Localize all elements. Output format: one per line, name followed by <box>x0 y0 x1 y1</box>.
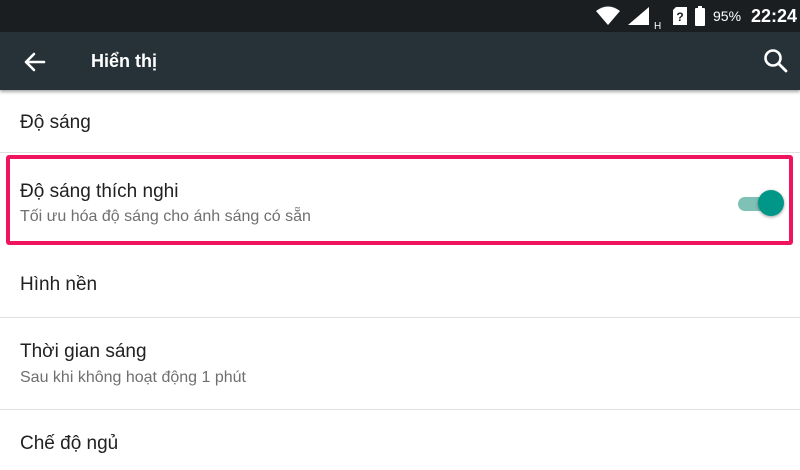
highlight-box <box>6 155 793 245</box>
clock: 22:24 <box>751 5 798 26</box>
switch-thumb <box>758 190 784 216</box>
setting-wallpaper[interactable]: Hình nền <box>0 250 800 317</box>
battery-icon <box>694 0 706 32</box>
setting-brightness[interactable]: Độ sáng <box>0 90 800 152</box>
search-button[interactable] <box>762 47 790 75</box>
svg-text:?: ? <box>676 10 683 24</box>
arrow-back-icon <box>24 52 46 72</box>
status-bar: H ? 95% 22:24 <box>0 0 800 32</box>
setting-title: Chế độ ngủ <box>20 433 119 454</box>
setting-title: Độ sáng <box>20 112 91 133</box>
adaptive-brightness-switch[interactable] <box>738 190 786 218</box>
signal-icon <box>628 0 650 32</box>
search-icon <box>764 49 788 73</box>
battery-percent: 95% <box>713 8 742 24</box>
setting-sleep-mode[interactable]: Chế độ ngủ <box>0 410 800 470</box>
back-button[interactable] <box>20 47 50 77</box>
setting-screen-timeout[interactable]: Thời gian sáng Sau khi không hoạt động 1… <box>0 318 800 409</box>
wifi-icon <box>596 0 620 32</box>
setting-title: Hình nền <box>20 274 98 295</box>
app-bar: Hiển thị <box>0 32 800 90</box>
setting-summary: Sau khi không hoạt động 1 phút <box>20 369 246 386</box>
sim-unknown-icon: ? <box>672 0 688 32</box>
page-title: Hiển thị <box>91 51 157 71</box>
setting-title: Thời gian sáng <box>20 341 147 362</box>
